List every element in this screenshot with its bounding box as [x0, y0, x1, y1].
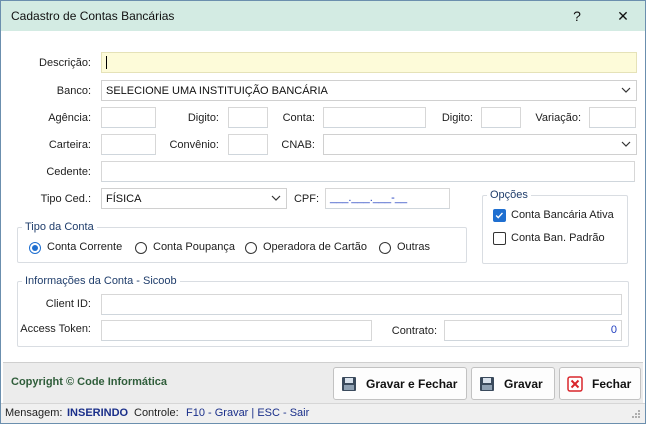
radio-outras[interactable]: Outras	[379, 241, 439, 255]
copyright-text: Copyright © Code Informática	[11, 376, 168, 388]
resize-grip-icon[interactable]	[631, 409, 641, 419]
cedente-input[interactable]	[101, 161, 635, 182]
close-button[interactable]: Fechar	[559, 367, 641, 400]
opcoes-group	[482, 195, 628, 264]
access-token-label: Access Token:	[20, 323, 91, 335]
tipo-ced-label: Tipo Ced.:	[40, 193, 91, 205]
client-id-input[interactable]	[101, 294, 622, 315]
dialog-window: Cadastro de Contas Bancárias ? ✕ Descriç…	[0, 0, 646, 424]
carteira-label: Carteira:	[48, 139, 91, 151]
contrato-label: Contrato:	[391, 325, 437, 337]
close-label: Fechar	[592, 377, 632, 391]
close-window-button[interactable]: ✕	[603, 1, 643, 31]
conta-padrao-label: Conta Ban. Padrão	[511, 232, 605, 244]
contrato-input[interactable]: 0	[444, 320, 622, 341]
tipo-ced-select[interactable]: FÍSICA	[101, 188, 287, 209]
banco-select[interactable]: SELECIONE UMA INSTITUIÇÃO BANCÁRIA	[101, 80, 637, 101]
conta-input[interactable]	[323, 107, 426, 128]
radio-unselected-icon	[135, 242, 147, 254]
conta-ativa-checkbox[interactable]: Conta Bancária Ativa	[493, 209, 623, 223]
agencia-digito-input[interactable]	[228, 107, 268, 128]
variacao-input[interactable]	[589, 107, 636, 128]
convenio-input[interactable]	[228, 134, 268, 155]
conta-padrao-checkbox[interactable]: Conta Ban. Padrão	[493, 232, 623, 246]
title-bar: Cadastro de Contas Bancárias ? ✕	[1, 1, 645, 31]
conta-digito-input[interactable]	[481, 107, 521, 128]
radio-conta-poupanca-label: Conta Poupança	[153, 241, 235, 253]
radio-outras-label: Outras	[397, 241, 431, 253]
conta-ativa-label: Conta Bancária Ativa	[511, 209, 614, 221]
text-caret	[106, 56, 107, 69]
radio-operadora-cartao-label: Operadora de Cartão	[263, 241, 367, 253]
radio-operadora-cartao[interactable]: Operadora de Cartão	[245, 241, 373, 255]
agencia-input[interactable]	[101, 107, 156, 128]
checkbox-unchecked-icon	[493, 232, 506, 245]
opcoes-title: Opções	[487, 189, 531, 201]
descricao-input[interactable]	[101, 52, 637, 73]
save-close-label: Gravar e Fechar	[366, 377, 458, 391]
chevron-down-icon	[271, 195, 281, 201]
status-bar: Mensagem: INSERINDO Controle: F10 - Grav…	[1, 403, 645, 423]
cnab-select[interactable]	[323, 134, 637, 155]
radio-unselected-icon	[245, 242, 257, 254]
client-id-label: Client ID:	[45, 298, 91, 310]
cpf-label: CPF:	[293, 193, 319, 205]
informacoes-title: Informações da Conta - Sicoob	[22, 275, 180, 287]
banco-label: Banco:	[56, 85, 91, 97]
tipo-conta-title: Tipo da Conta	[22, 221, 97, 233]
cedente-label: Cedente:	[46, 166, 91, 178]
banco-selected-value: SELECIONE UMA INSTITUIÇÃO BANCÁRIA	[106, 85, 328, 97]
mensagem-label: Mensagem:	[5, 407, 63, 419]
radio-conta-corrente-label: Conta Corrente	[47, 241, 123, 253]
chevron-down-icon	[621, 87, 631, 93]
controle-label: Controle:	[134, 407, 179, 419]
save-close-button[interactable]: Gravar e Fechar	[333, 367, 467, 400]
radio-conta-corrente[interactable]: Conta Corrente	[29, 241, 129, 255]
descricao-label: Descrição:	[39, 57, 91, 69]
agencia-digito-label: Digito:	[187, 112, 219, 124]
save-label: Gravar	[504, 377, 543, 391]
save-button[interactable]: Gravar	[471, 367, 555, 400]
close-icon	[567, 376, 583, 392]
radio-selected-icon	[29, 242, 41, 254]
save-icon	[342, 377, 356, 391]
form-area: Descrição: Banco: SELECIONE UMA INSTITUI…	[3, 32, 643, 361]
access-token-input[interactable]	[101, 320, 372, 341]
chevron-down-icon	[621, 141, 631, 147]
variacao-label: Variação:	[535, 112, 581, 124]
radio-conta-poupanca[interactable]: Conta Poupança	[135, 241, 239, 255]
mensagem-value: INSERINDO	[67, 407, 129, 419]
convenio-label: Convênio:	[169, 139, 219, 151]
cpf-input[interactable]: ___.___.___-__	[325, 188, 450, 209]
checkbox-checked-icon	[493, 209, 506, 222]
conta-digito-label: Digito:	[441, 112, 473, 124]
save-icon	[480, 377, 494, 391]
controle-value: F10 - Gravar | ESC - Sair	[186, 407, 310, 419]
button-bar: Copyright © Code Informática Gravar e Fe…	[3, 362, 643, 403]
cnab-label: CNAB:	[281, 139, 315, 151]
tipo-ced-selected-value: FÍSICA	[106, 193, 142, 205]
conta-label: Conta:	[282, 112, 315, 124]
window-title: Cadastro de Contas Bancárias	[11, 9, 175, 23]
carteira-input[interactable]	[101, 134, 156, 155]
help-button[interactable]: ?	[557, 1, 597, 31]
agencia-label: Agência:	[48, 112, 91, 124]
radio-unselected-icon	[379, 242, 391, 254]
